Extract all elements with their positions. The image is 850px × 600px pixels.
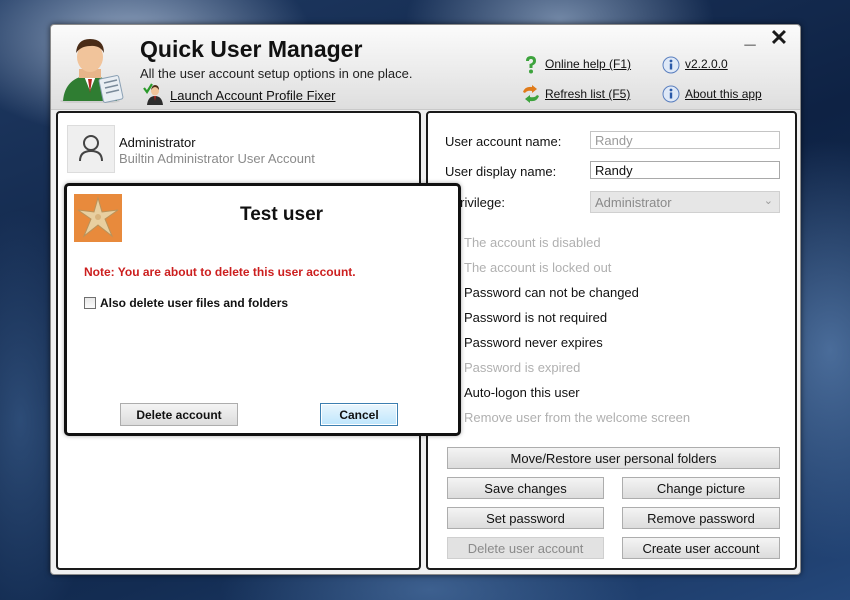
app-header: Quick User Manager All the user account … (51, 25, 800, 110)
app-title: Quick User Manager (140, 36, 363, 62)
online-help-link[interactable]: Online help (F1) (545, 57, 631, 71)
delete-account-button[interactable]: Delete account (120, 403, 238, 426)
question-mark-help-icon (526, 56, 536, 74)
option-password-never-expires[interactable]: Password never expires (464, 335, 603, 350)
user-avatar (67, 125, 115, 173)
option-remove-from-welcome[interactable]: Remove user from the welcome screen (464, 410, 690, 425)
cancel-button[interactable]: Cancel (320, 403, 398, 426)
chevron-down-icon: ⌄ (763, 195, 773, 207)
profile-fixer-icon (143, 83, 163, 105)
save-changes-button[interactable]: Save changes (447, 477, 604, 499)
privilege-value: Administrator (595, 195, 672, 210)
about-app-link[interactable]: About this app (685, 87, 762, 101)
close-button[interactable]: ✕ (769, 27, 789, 49)
create-user-account-button[interactable]: Create user account (622, 537, 780, 559)
refresh-list-link[interactable]: Refresh list (F5) (545, 87, 630, 101)
option-password-not-required[interactable]: Password is not required (464, 310, 607, 325)
move-restore-folders-button[interactable]: Move/Restore user personal folders (447, 447, 780, 469)
set-password-button[interactable]: Set password (447, 507, 604, 529)
starfish-icon (74, 194, 122, 242)
delete-files-label[interactable]: Also delete user files and folders (100, 296, 288, 310)
privilege-select[interactable]: Administrator ⌄ (590, 191, 780, 213)
option-account-locked-out[interactable]: The account is locked out (464, 260, 611, 275)
user-description: Builtin Administrator User Account (119, 151, 315, 166)
version-link[interactable]: v2.2.0.0 (685, 57, 728, 71)
delete-files-checkbox[interactable] (84, 297, 96, 309)
display-name-label: User display name: (445, 164, 557, 179)
user-list-item[interactable]: Administrator Builtin Administrator User… (67, 125, 407, 175)
user-name: Administrator (119, 135, 196, 150)
launch-profile-fixer-link[interactable]: Launch Account Profile Fixer (170, 88, 335, 103)
dialog-title: Test user (240, 204, 324, 225)
display-name-field[interactable] (590, 161, 780, 179)
app-subtitle: All the user account setup options in on… (140, 66, 413, 81)
user-silhouette-icon (79, 135, 103, 162)
about-info-icon (662, 85, 680, 103)
option-account-disabled[interactable]: The account is disabled (464, 235, 601, 250)
account-name-field[interactable] (590, 131, 780, 149)
delete-user-account-button[interactable]: Delete user account (447, 537, 604, 559)
change-picture-button[interactable]: Change picture (622, 477, 780, 499)
remove-password-button[interactable]: Remove password (622, 507, 780, 529)
option-password-expired[interactable]: Password is expired (464, 360, 580, 375)
version-info-icon (662, 56, 680, 74)
minimize-button[interactable]: _ (742, 27, 758, 49)
user-details-panel: User account name: User display name: r … (426, 111, 797, 570)
delete-warning-note: Note: You are about to delete this user … (84, 265, 356, 279)
option-auto-logon[interactable]: Auto-logon this user (464, 385, 580, 400)
option-password-cannot-change[interactable]: Password can not be changed (464, 285, 639, 300)
user-manager-logo-icon (60, 39, 124, 103)
account-name-label: User account name: (445, 134, 562, 149)
refresh-list-icon (523, 85, 539, 103)
delete-confirmation-dialog: Test user Note: You are about to delete … (64, 183, 461, 436)
